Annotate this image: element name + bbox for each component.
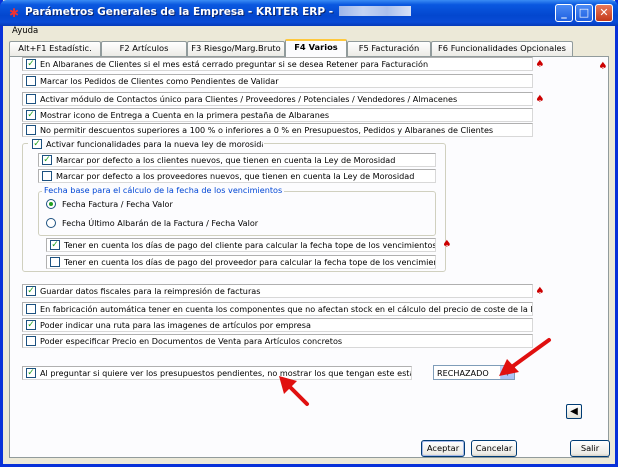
annotation-arrow-icon	[279, 376, 309, 406]
option-label: Al preguntar si quiere ver los presupues…	[40, 368, 412, 378]
option-label: Poder indicar una ruta para las imagenes…	[40, 320, 311, 330]
option-fabricacion-automatica[interactable]: En fabricación automática tener en cuent…	[22, 302, 533, 316]
redacted-company-name	[339, 6, 412, 16]
option-icono-entrega[interactable]: ✓ Mostrar icono de Entrega a Cuenta en l…	[22, 108, 533, 122]
option-label: Mostrar icono de Entrega a Cuenta en la …	[40, 110, 330, 120]
morosidad-group-header[interactable]: ✓ Activar funcionalidades para la nueva …	[28, 137, 264, 151]
checkbox-morosidad-clientes[interactable]: ✓	[42, 155, 52, 165]
minimize-icon: _	[561, 6, 567, 19]
checkbox-morosidad-proveedores[interactable]	[42, 171, 52, 181]
option-pedidos-pendientes[interactable]: Marcar los Pedidos de Clientes como Pend…	[22, 74, 533, 88]
checkbox-presupuestos-pendientes[interactable]: ✓	[26, 368, 36, 378]
cancelar-button[interactable]: Cancelar	[471, 440, 517, 457]
checkbox-ruta-imagenes[interactable]: ✓	[26, 320, 36, 330]
option-label: En Albaranes de Clientes si el mes está …	[40, 59, 429, 69]
option-dias-cliente[interactable]: ✓ Tener en cuenta los días de pago del c…	[46, 238, 436, 252]
annotation-arrow-icon	[499, 338, 551, 376]
window-title-text: Parámetros Generales de la Empresa - KRI…	[25, 6, 334, 18]
option-label: Guardar datos fiscales para la reimpresi…	[40, 286, 261, 296]
checkbox-fabricacion-automatica[interactable]	[26, 304, 36, 314]
option-label: Marcar los Pedidos de Clientes como Pend…	[40, 76, 279, 86]
checkbox-icono-entrega[interactable]: ✓	[26, 110, 36, 120]
tab-funcionalidades[interactable]: F6 Funcionalidades Opcionales	[431, 41, 573, 56]
aceptar-button[interactable]: Aceptar	[421, 440, 465, 457]
close-button[interactable]: ✕	[595, 4, 613, 22]
estado-select-value: RECHAZADO	[437, 368, 489, 378]
option-modulo-contactos[interactable]: Activar módulo de Contactos único para C…	[22, 92, 533, 106]
option-ruta-imagenes[interactable]: ✓ Poder indicar una ruta para las imagen…	[22, 318, 533, 332]
maximize-icon: □	[578, 6, 590, 19]
checkbox-modulo-contactos[interactable]	[26, 94, 36, 104]
close-icon: ✕	[599, 6, 609, 19]
checkbox-morosidad[interactable]: ✓	[32, 139, 42, 149]
option-presupuestos-pendientes[interactable]: ✓ Al preguntar si quiere ver los presupu…	[22, 366, 412, 380]
menu-ayuda[interactable]: Ayuda	[12, 26, 38, 36]
left-arrow-icon: ◀	[570, 406, 578, 417]
tab-riesgo[interactable]: F3 Riesgo/Marg.Bruto	[187, 41, 285, 56]
salir-button[interactable]: Salir	[570, 440, 610, 457]
radio-button-selected[interactable]	[46, 199, 56, 209]
checkbox-descuentos[interactable]	[26, 125, 36, 135]
application-window: ✱ Parámetros Generales de la Empresa - K…	[0, 0, 618, 467]
hat-help-icon[interactable]: ♠	[440, 239, 454, 250]
title-bar[interactable]: ✱ Parámetros Generales de la Empresa - K…	[0, 0, 618, 26]
morosidad-group-label: Activar funcionalidades para la nueva le…	[46, 139, 263, 149]
option-label: Tener en cuenta los días de pago del cli…	[64, 240, 436, 250]
tab-facturacion[interactable]: F5 Facturación	[347, 41, 431, 56]
tab-articulos[interactable]: F2 Artículos	[101, 41, 187, 56]
option-label: En fabricación automática tener en cuent…	[40, 304, 533, 314]
tab-varios[interactable]: F4 Varios	[285, 39, 347, 57]
window-title: Parámetros Generales de la Empresa - KRI…	[25, 6, 412, 18]
checkbox-retener-facturacion[interactable]: ✓	[26, 59, 36, 69]
option-label: Activar módulo de Contactos único para C…	[40, 94, 458, 104]
option-dias-proveedor[interactable]: Tener en cuenta los días de pago del pro…	[46, 255, 436, 269]
option-datos-fiscales[interactable]: ✓ Guardar datos fiscales para la reimpre…	[22, 284, 533, 298]
fecha-base-title: Fecha base para el cálculo de la fecha d…	[42, 185, 285, 195]
hat-help-icon[interactable]: ♠	[596, 61, 610, 72]
option-label: No permitir descuentos superiores a 100 …	[40, 125, 494, 135]
checkbox-dias-cliente[interactable]: ✓	[50, 240, 60, 250]
option-retener-facturacion[interactable]: ✓ En Albaranes de Clientes si el mes est…	[22, 57, 533, 71]
tab-estadisticas[interactable]: Alt+F1 Estadístic.	[9, 41, 101, 56]
option-morosidad-proveedores[interactable]: Marcar por defecto a los proveedores nue…	[38, 169, 436, 183]
radio-fecha-factura[interactable]: Fecha Factura / Fecha Valor	[46, 198, 286, 211]
minimize-button[interactable]: _	[555, 4, 573, 22]
app-icon: ✱	[8, 6, 20, 20]
option-label: Poder especificar Precio en Documentos d…	[40, 336, 343, 346]
hat-help-icon[interactable]: ♠	[533, 286, 547, 297]
option-label: Marcar por defecto a los clientes nuevos…	[56, 155, 396, 165]
radio-button[interactable]	[46, 218, 56, 228]
checkbox-precio-documentos[interactable]	[26, 336, 36, 346]
checkbox-datos-fiscales[interactable]: ✓	[26, 286, 36, 296]
option-label: Tener en cuenta los días de pago del pro…	[64, 257, 436, 267]
option-descuentos[interactable]: No permitir descuentos superiores a 100 …	[22, 123, 533, 137]
option-precio-documentos[interactable]: Poder especificar Precio en Documentos d…	[22, 334, 533, 348]
option-morosidad-clientes[interactable]: ✓ Marcar por defecto a los clientes nuev…	[38, 153, 436, 167]
option-label: Marcar por defecto a los proveedores nue…	[56, 171, 415, 181]
tab-strip: Alt+F1 Estadístic. F2 Artículos F3 Riesg…	[9, 39, 609, 57]
maximize-button[interactable]: □	[575, 4, 593, 22]
hat-help-icon[interactable]: ♠	[533, 94, 547, 105]
radio-fecha-albaran[interactable]: Fecha Último Albarán de la Factura / Fec…	[46, 217, 306, 230]
back-button[interactable]: ◀	[566, 404, 582, 419]
radio-label: Fecha Último Albarán de la Factura / Fec…	[62, 218, 259, 228]
checkbox-pedidos-pendientes[interactable]	[26, 76, 36, 86]
checkbox-dias-proveedor[interactable]	[50, 257, 60, 267]
menu-bar: Ayuda	[6, 26, 618, 37]
hat-help-icon[interactable]: ♠	[533, 59, 547, 70]
radio-label: Fecha Factura / Fecha Valor	[62, 199, 173, 209]
